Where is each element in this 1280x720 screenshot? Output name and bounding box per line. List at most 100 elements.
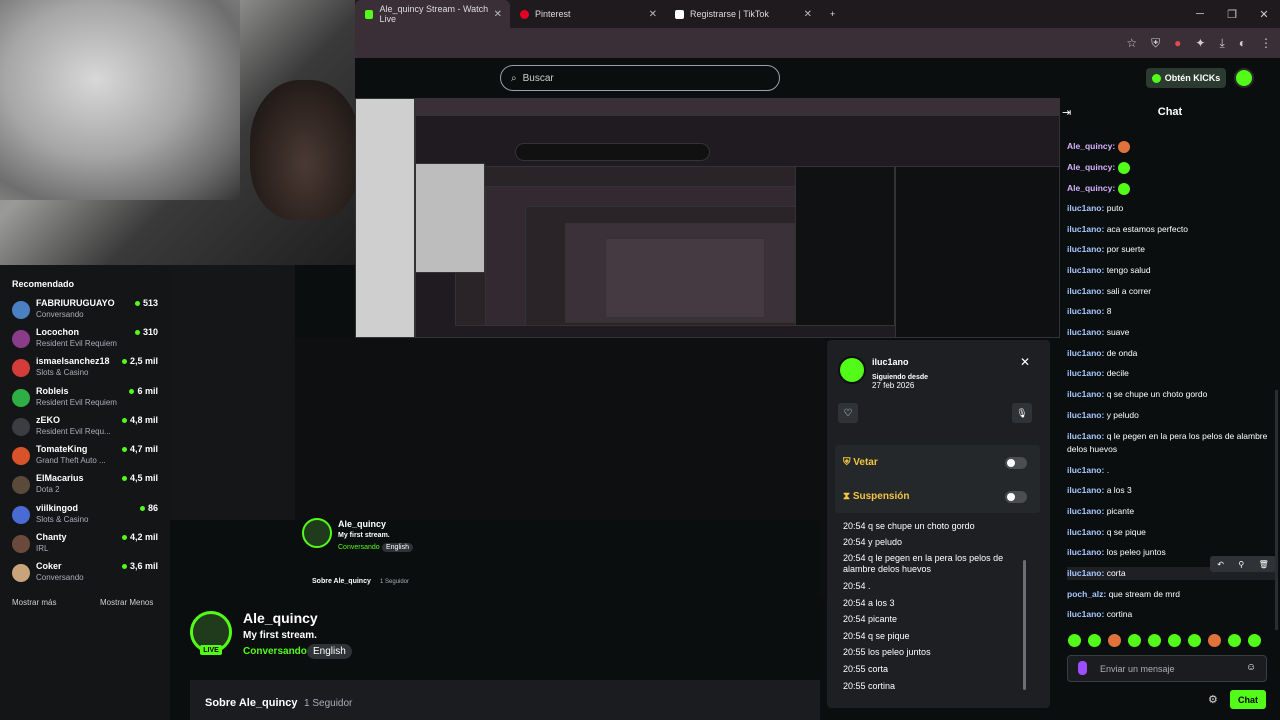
emote-icon[interactable]	[1208, 634, 1221, 647]
sidebar-item-ismaelsanchez18[interactable]: ismaelsanchez18 Slots & Casino 2,5 mil	[12, 356, 162, 382]
emote-icon[interactable]	[1228, 634, 1241, 647]
sidebar-item-viilkingod[interactable]: viilkingod Slots & Casino 86	[12, 503, 162, 529]
chat-message[interactable]: iluc1ano: 8	[1067, 305, 1275, 318]
gear-icon[interactable]: ⚙	[1208, 693, 1218, 706]
chat-username[interactable]: iluc1ano:	[1067, 203, 1104, 213]
chat-username[interactable]: iluc1ano:	[1067, 327, 1104, 337]
emoji-picker-icon[interactable]: ☺	[1246, 662, 1256, 673]
chat-username[interactable]: Ale_quincy:	[1067, 162, 1115, 172]
sidebar-item-chanty[interactable]: Chanty IRL 4,2 mil	[12, 532, 162, 558]
bookmark-star-icon[interactable]: ☆	[1126, 36, 1137, 50]
extensions-icon[interactable]: ✦	[1195, 36, 1205, 50]
chat-username[interactable]: iluc1ano:	[1067, 286, 1104, 296]
language-badge[interactable]: English	[307, 644, 352, 659]
chat-username[interactable]: iluc1ano:	[1067, 410, 1104, 420]
show-less-link[interactable]: Mostrar Menos	[100, 598, 153, 607]
emote-icon[interactable]	[1068, 634, 1081, 647]
chat-message[interactable]: Ale_quincy:	[1067, 161, 1275, 174]
mic-icon[interactable]	[1078, 661, 1087, 675]
sidebar-item-tomateking[interactable]: TomateKing Grand Theft Auto ... 4,7 mil	[12, 444, 162, 470]
minimize-icon[interactable]: ─	[1184, 0, 1216, 28]
emote-icon[interactable]	[1108, 634, 1121, 647]
chat-message[interactable]: iluc1ano: tengo salud	[1067, 264, 1275, 277]
emote-icon[interactable]	[1148, 634, 1161, 647]
chat-message[interactable]: iluc1ano: y peludo	[1067, 409, 1275, 422]
chat-message[interactable]: iluc1ano: suave	[1067, 326, 1275, 339]
heart-icon[interactable]: ♡	[838, 403, 858, 423]
chat-message[interactable]: iluc1ano: puto	[1067, 202, 1275, 215]
chat-message[interactable]: Ale_quincy:	[1067, 140, 1275, 153]
emote-icon[interactable]	[1088, 634, 1101, 647]
browser-tab-pinterest[interactable]: Pinterest ✕	[510, 0, 665, 28]
shield-icon[interactable]: ⛨	[1151, 36, 1160, 51]
chat-username[interactable]: iluc1ano:	[1067, 568, 1104, 578]
emote-icon[interactable]	[1128, 634, 1141, 647]
extension-badge-icon[interactable]: ●	[1174, 36, 1181, 50]
chat-message[interactable]: iluc1ano: decile	[1067, 367, 1275, 380]
sidebar-item-locochon[interactable]: Locochon Resident Evil Requiem 310	[12, 327, 162, 353]
get-kicks-button[interactable]: Obtén KICKs	[1146, 68, 1226, 88]
chat-username[interactable]: iluc1ano:	[1067, 348, 1104, 358]
chat-username[interactable]: iluc1ano:	[1067, 431, 1104, 441]
ban-toggle[interactable]	[1005, 457, 1027, 469]
send-chat-button[interactable]: Chat	[1230, 690, 1266, 709]
delete-icon[interactable]: 🗑	[1259, 560, 1269, 569]
profile-icon[interactable]: ◐	[1239, 36, 1246, 50]
browser-tab-tiktok[interactable]: Registrarse | TikTok ✕	[665, 0, 820, 28]
timeout-toggle[interactable]	[1005, 491, 1027, 503]
chat-username[interactable]: Ale_quincy:	[1067, 183, 1115, 193]
reply-icon[interactable]: ↶	[1217, 560, 1224, 569]
chat-username[interactable]: iluc1ano:	[1067, 609, 1104, 619]
new-tab-button[interactable]: +	[820, 0, 850, 28]
close-tab-icon[interactable]: ✕	[804, 9, 812, 20]
mic-icon[interactable]: 🎙	[1012, 403, 1032, 423]
emote-icon[interactable]	[1248, 634, 1261, 647]
chat-username[interactable]: poch_alz:	[1067, 589, 1106, 599]
user-card-username[interactable]: iluc1ano	[872, 357, 909, 367]
user-avatar[interactable]	[1234, 68, 1254, 88]
chat-message[interactable]: iluc1ano: aca estamos perfecto	[1067, 223, 1275, 236]
close-tab-icon[interactable]: ✕	[649, 9, 657, 20]
chat-message[interactable]: iluc1ano: sali a correr	[1067, 285, 1275, 298]
search-input[interactable]: ⌕ Buscar	[500, 65, 780, 91]
chat-username[interactable]: iluc1ano:	[1067, 244, 1104, 254]
sidebar-item-coker[interactable]: Coker Conversando 3,6 mil	[12, 561, 162, 587]
chat-username[interactable]: iluc1ano:	[1067, 265, 1104, 275]
chat-message[interactable]: iluc1ano: picante	[1067, 505, 1275, 518]
close-tab-icon[interactable]: ✕	[494, 9, 502, 20]
user-card-scrollbar[interactable]	[1023, 560, 1026, 690]
browser-tab-kick[interactable]: Ale_quincy Stream - Watch Live ✕	[355, 0, 510, 28]
chat-username[interactable]: iluc1ano:	[1067, 506, 1104, 516]
maximize-icon[interactable]: ❐	[1216, 0, 1248, 28]
chat-username[interactable]: iluc1ano:	[1067, 389, 1104, 399]
chat-username[interactable]: iluc1ano:	[1067, 547, 1104, 557]
chat-username[interactable]: iluc1ano:	[1067, 368, 1104, 378]
download-icon[interactable]: ⤓	[1219, 36, 1224, 51]
emote-icon[interactable]	[1188, 634, 1201, 647]
chat-username[interactable]: iluc1ano:	[1067, 485, 1104, 495]
chat-message[interactable]: Ale_quincy:	[1067, 182, 1275, 195]
close-icon[interactable]: ✕	[1020, 355, 1030, 369]
chat-message[interactable]: poch_alz: que stream de mrd	[1067, 588, 1275, 601]
chat-message[interactable]: iluc1ano: .	[1067, 464, 1275, 477]
chat-message[interactable]: iluc1ano: q le pegen en la pera los pelo…	[1067, 430, 1275, 456]
close-window-icon[interactable]: ✕	[1248, 0, 1280, 28]
channel-name[interactable]: Ale_quincy	[243, 610, 318, 626]
sidebar-item-robleis[interactable]: Robleis Resident Evil Requiem 6 mil	[12, 386, 162, 412]
sidebar-item-zeko[interactable]: zEKO Resident Evil Requ... 4,8 mil	[12, 415, 162, 441]
emote-icon[interactable]	[1168, 634, 1181, 647]
chat-username[interactable]: iluc1ano:	[1067, 224, 1104, 234]
chat-message[interactable]: iluc1ano: q se pique	[1067, 526, 1275, 539]
pin-icon[interactable]: ⚲	[1238, 560, 1244, 569]
chat-username[interactable]: iluc1ano:	[1067, 306, 1104, 316]
show-more-link[interactable]: Mostrar más	[12, 598, 56, 607]
chat-message[interactable]: iluc1ano: q se chupe un choto gordo	[1067, 388, 1275, 401]
chat-message[interactable]: iluc1ano: de onda	[1067, 347, 1275, 360]
chat-username[interactable]: iluc1ano:	[1067, 465, 1104, 475]
sidebar-item-fabriuruguayo[interactable]: FABRIURUGUAYO Conversando 513	[12, 298, 162, 324]
chat-message[interactable]: iluc1ano: cortina	[1067, 608, 1275, 621]
chat-username[interactable]: iluc1ano:	[1067, 527, 1104, 537]
chat-message[interactable]: iluc1ano: por suerte	[1067, 243, 1275, 256]
chat-scrollbar[interactable]	[1275, 390, 1278, 630]
sidebar-item-elmacarius[interactable]: ElMacarius Dota 2 4,5 mil	[12, 473, 162, 499]
